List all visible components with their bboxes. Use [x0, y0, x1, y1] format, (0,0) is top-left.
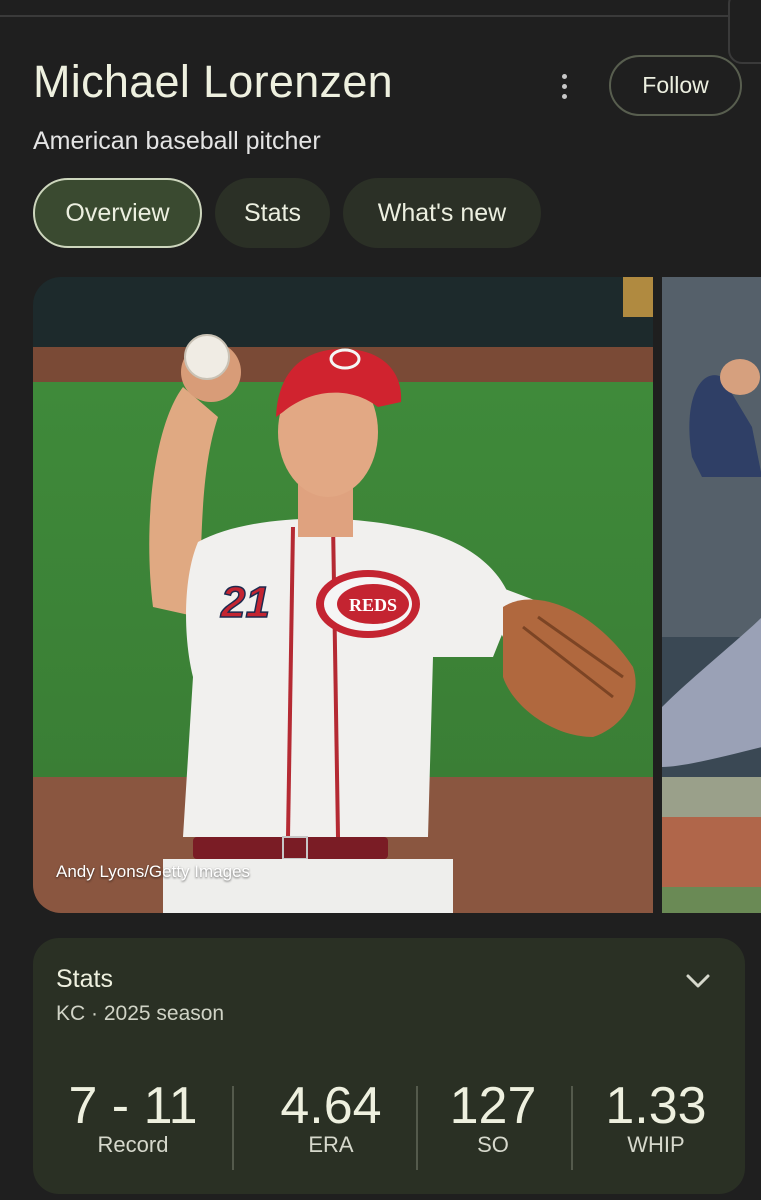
tab-whats-new[interactable]: What's new [343, 178, 541, 248]
stat-value: 4.64 [280, 1077, 382, 1135]
stat-label: SO [477, 1132, 509, 1157]
top-divider [0, 15, 728, 17]
page-title: Michael Lorenzen [33, 56, 394, 107]
follow-button[interactable]: Follow [609, 55, 742, 116]
stat-label: ERA [308, 1132, 354, 1157]
stat-whip: 1.33 WHIP [581, 1076, 731, 1158]
photo-credit: Andy Lyons/Getty Images [56, 862, 251, 881]
stat-divider [416, 1086, 418, 1170]
stat-value: 7 - 11 [68, 1077, 198, 1135]
tab-stats[interactable]: Stats [215, 178, 330, 248]
pitcher-image-2 [662, 277, 761, 913]
stat-divider [571, 1086, 573, 1170]
reds-logo-text: REDS [349, 595, 397, 615]
stat-label: WHIP [627, 1132, 685, 1157]
stats-subtitle: KC · 2025 season [56, 1002, 225, 1025]
chevron-down-icon[interactable] [683, 966, 713, 996]
stats-card: Stats KC · 2025 season 7 - 11 Record 4.6… [33, 938, 745, 1194]
stat-divider [232, 1086, 234, 1170]
player-photo[interactable]: 21 REDS [33, 277, 653, 913]
jersey-number: 21 [220, 578, 270, 627]
stat-value: 1.33 [605, 1077, 707, 1135]
stat-value: 127 [449, 1077, 537, 1135]
pitcher-image: 21 REDS [33, 277, 653, 913]
entity-description: American baseball pitcher [33, 127, 321, 155]
stat-record: 7 - 11 Record [53, 1076, 213, 1158]
more-options-button[interactable] [550, 70, 578, 102]
more-vert-icon [561, 73, 567, 79]
stats-title: Stats [56, 965, 113, 993]
stat-so: 127 SO [428, 1076, 558, 1158]
player-photo-2[interactable] [662, 277, 761, 913]
tab-overview[interactable]: Overview [33, 178, 202, 248]
stat-era: 4.64 ERA [246, 1076, 416, 1158]
top-handle [728, 0, 761, 64]
